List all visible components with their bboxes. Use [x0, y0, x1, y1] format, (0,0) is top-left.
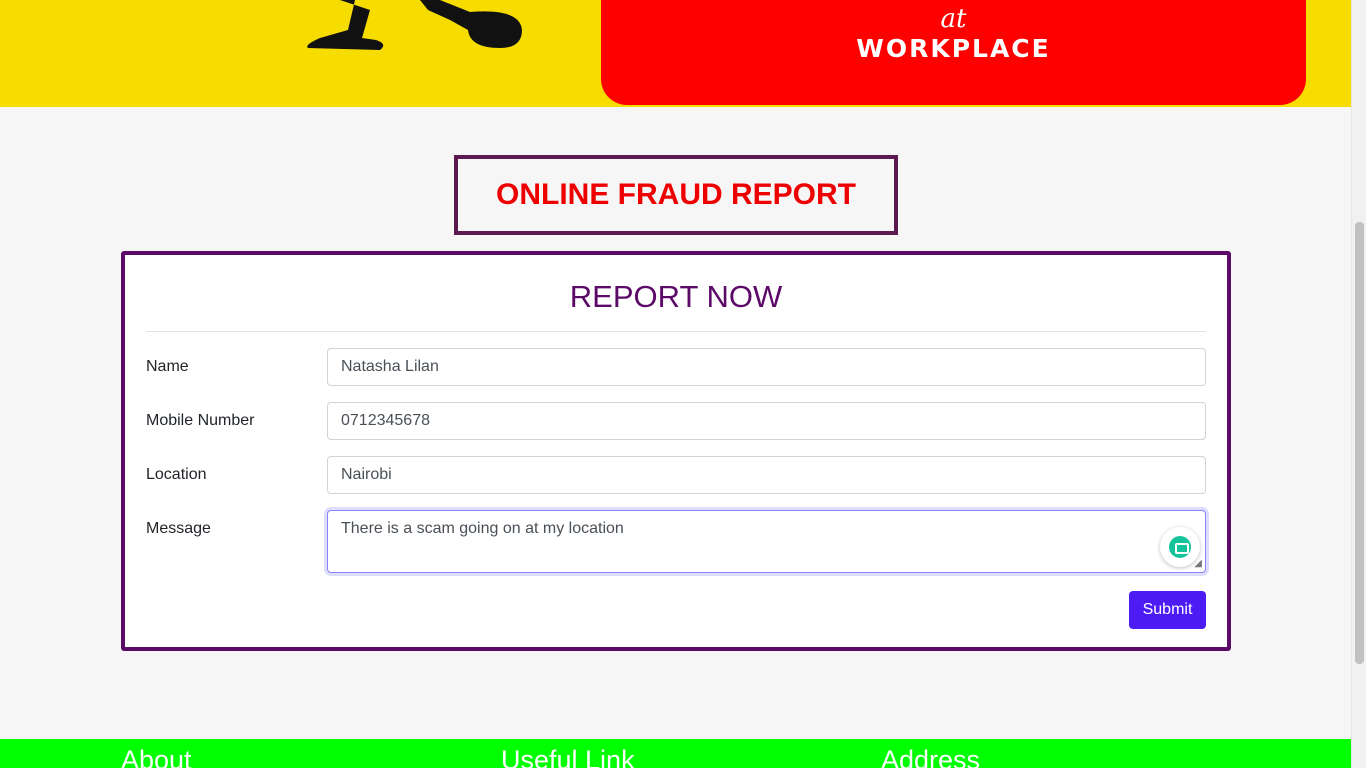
- page-title: ONLINE FRAUD REPORT: [496, 178, 856, 211]
- banner-tag-word: at: [940, 4, 967, 34]
- name-input[interactable]: Natasha Lilan: [327, 348, 1206, 386]
- footer-about-heading: About: [121, 745, 192, 768]
- location-input[interactable]: Nairobi: [327, 456, 1206, 494]
- resize-handle-icon[interactable]: ◢: [1194, 559, 1202, 569]
- message-textarea[interactable]: There is a scam going on at my location …: [327, 510, 1206, 573]
- stick-figure-legs-illustration: [307, 0, 522, 50]
- footer-address-heading: Address: [881, 745, 981, 768]
- submit-button[interactable]: Submit: [1129, 591, 1206, 629]
- scrollbar-thumb[interactable]: [1355, 222, 1364, 664]
- banner-red-panel: at WORKPLACE: [601, 0, 1306, 105]
- form-divider: [146, 331, 1206, 332]
- message-label: Message: [146, 520, 211, 537]
- banner-headline: WORKPLACE: [856, 34, 1051, 63]
- name-label: Name: [146, 358, 189, 375]
- location-row: Location Nairobi: [146, 456, 1206, 494]
- name-row: Name Natasha Lilan: [146, 348, 1206, 386]
- message-text: There is a scam going on at my location: [341, 520, 624, 537]
- hero-banner: at WORKPLACE: [0, 0, 1351, 107]
- message-row: Message There is a scam going on at my l…: [146, 510, 1206, 573]
- mobile-row: Mobile Number 0712345678: [146, 402, 1206, 440]
- report-form-card: REPORT NOW Name Natasha Lilan Mobile Num…: [121, 251, 1231, 651]
- mobile-input[interactable]: 0712345678: [327, 402, 1206, 440]
- page-scrollbar[interactable]: [1351, 0, 1366, 768]
- mobile-label: Mobile Number: [146, 412, 255, 429]
- form-heading: REPORT NOW: [569, 279, 783, 314]
- location-label: Location: [146, 466, 207, 483]
- footer-useful-link-heading: Useful Link: [501, 745, 635, 768]
- page-title-box: ONLINE FRAUD REPORT: [454, 155, 898, 235]
- footer: About Useful Link Address: [0, 739, 1351, 768]
